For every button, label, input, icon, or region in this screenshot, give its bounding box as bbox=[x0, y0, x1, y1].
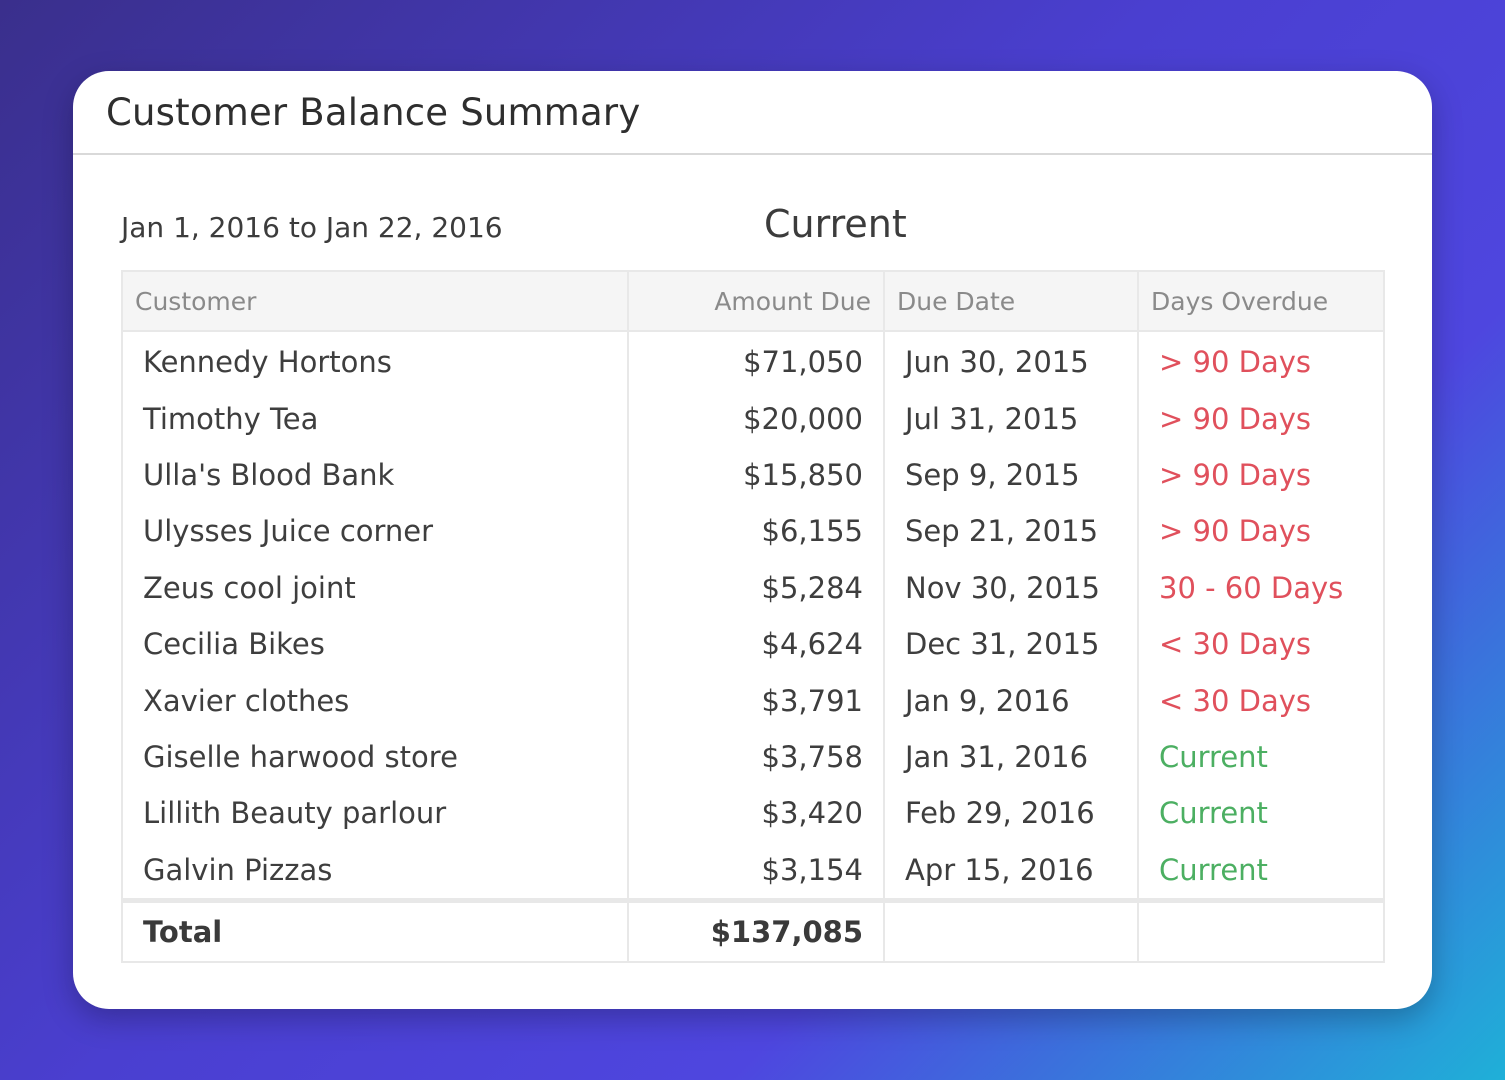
table-row[interactable]: Galvin Pizzas $3,154 Apr 15, 2016 Current bbox=[123, 841, 1383, 901]
days-overdue-cell: > 90 Days bbox=[1159, 345, 1312, 380]
amount-due-cell: $3,791 bbox=[628, 672, 885, 729]
days-overdue-cell: Current bbox=[1159, 739, 1268, 774]
customer-cell: Xavier clothes bbox=[123, 672, 629, 729]
due-date-cell: Jan 9, 2016 bbox=[884, 672, 1139, 729]
days-overdue-cell: < 30 Days bbox=[1159, 627, 1312, 662]
card-header: Customer Balance Summary bbox=[73, 71, 1432, 155]
customer-cell: Zeus cool joint bbox=[123, 559, 629, 616]
date-range: Jan 1, 2016 to Jan 22, 2016 bbox=[121, 211, 503, 244]
days-overdue-cell: > 90 Days bbox=[1159, 514, 1312, 549]
amount-due-cell: $3,154 bbox=[628, 841, 885, 901]
days-overdue-cell: > 90 Days bbox=[1159, 457, 1312, 492]
due-date-cell: Jul 31, 2015 bbox=[884, 390, 1139, 447]
amount-due-cell: $15,850 bbox=[628, 446, 885, 504]
days-overdue-cell: Current bbox=[1159, 852, 1268, 887]
amount-due-cell: $20,000 bbox=[628, 390, 885, 447]
column-header-days-overdue[interactable]: Days Overdue bbox=[1138, 272, 1383, 332]
table-row[interactable]: Xavier clothes $3,791 Jan 9, 2016 < 30 Days bbox=[123, 672, 1383, 729]
customer-cell: Cecilia Bikes bbox=[123, 615, 629, 673]
total-label: Total bbox=[123, 897, 629, 961]
status-heading: Current bbox=[764, 202, 907, 246]
customer-cell: Timothy Tea bbox=[123, 390, 629, 447]
days-overdue-cell: 30 - 60 Days bbox=[1159, 570, 1344, 605]
table-row[interactable]: Lillith Beauty parlour $3,420 Feb 29, 2016… bbox=[123, 785, 1383, 842]
due-date-cell: Jan 31, 2016 bbox=[884, 728, 1139, 786]
customer-cell: Ulysses Juice corner bbox=[123, 503, 629, 560]
total-row: Total $137,085 bbox=[123, 897, 1383, 961]
total-amount: $137,085 bbox=[628, 897, 885, 961]
balance-table-wrapper: Customer Amount Due Due Date Days Overdu… bbox=[121, 270, 1385, 963]
amount-due-cell: $6,155 bbox=[628, 503, 885, 560]
amount-due-cell: $4,624 bbox=[628, 615, 885, 673]
column-header-amount-due[interactable]: Amount Due bbox=[628, 272, 885, 332]
due-date-cell: Nov 30, 2015 bbox=[884, 559, 1139, 616]
total-empty-cell bbox=[884, 897, 1139, 961]
amount-due-cell: $3,420 bbox=[628, 785, 885, 842]
amount-due-cell: $71,050 bbox=[628, 331, 885, 391]
customer-balance-card: Customer Balance Summary Jan 1, 2016 to … bbox=[73, 71, 1432, 1009]
total-empty-cell bbox=[1138, 897, 1383, 961]
amount-due-cell: $5,284 bbox=[628, 559, 885, 616]
customer-cell: Kennedy Hortons bbox=[123, 331, 629, 391]
amount-due-cell: $3,758 bbox=[628, 728, 885, 786]
due-date-cell: Sep 9, 2015 bbox=[884, 446, 1139, 504]
table-row[interactable]: Cecilia Bikes $4,624 Dec 31, 2015 < 30 Days bbox=[123, 615, 1383, 673]
days-overdue-cell: > 90 Days bbox=[1159, 401, 1312, 436]
days-overdue-cell: < 30 Days bbox=[1159, 683, 1312, 718]
customer-cell: Galvin Pizzas bbox=[123, 841, 629, 901]
table-row[interactable]: Zeus cool joint $5,284 Nov 30, 2015 30 - 60… bbox=[123, 559, 1383, 616]
table-row[interactable]: Kennedy Hortons $71,050 Jun 30, 2015 > 90 D… bbox=[123, 331, 1383, 391]
customer-cell: Lillith Beauty parlour bbox=[123, 785, 629, 842]
due-date-cell: Apr 15, 2016 bbox=[884, 841, 1139, 901]
column-header-due-date[interactable]: Due Date bbox=[884, 272, 1139, 332]
customer-cell: Giselle harwood store bbox=[123, 728, 629, 786]
due-date-cell: Dec 31, 2015 bbox=[884, 615, 1139, 673]
due-date-cell: Sep 21, 2015 bbox=[884, 503, 1139, 560]
table-header-row: Customer Amount Due Due Date Days Overdu… bbox=[123, 272, 1383, 332]
customer-cell: Ulla's Blood Bank bbox=[123, 446, 629, 504]
table-row[interactable]: Timothy Tea $20,000 Jul 31, 2015 > 90 Days bbox=[123, 390, 1383, 447]
report-meta: Jan 1, 2016 to Jan 22, 2016 Current bbox=[121, 199, 1385, 255]
table-row[interactable]: Ulysses Juice corner $6,155 Sep 21, 2015 > … bbox=[123, 503, 1383, 560]
table-row[interactable]: Giselle harwood store $3,758 Jan 31, 2016 C… bbox=[123, 728, 1383, 786]
balance-table: Customer Amount Due Due Date Days Overdu… bbox=[123, 272, 1383, 961]
due-date-cell: Feb 29, 2016 bbox=[884, 785, 1139, 842]
due-date-cell: Jun 30, 2015 bbox=[884, 331, 1139, 391]
card-title: Customer Balance Summary bbox=[106, 90, 641, 134]
days-overdue-cell: Current bbox=[1159, 796, 1268, 831]
table-row[interactable]: Ulla's Blood Bank $15,850 Sep 9, 2015 > 90 … bbox=[123, 446, 1383, 504]
column-header-customer[interactable]: Customer bbox=[123, 272, 629, 332]
